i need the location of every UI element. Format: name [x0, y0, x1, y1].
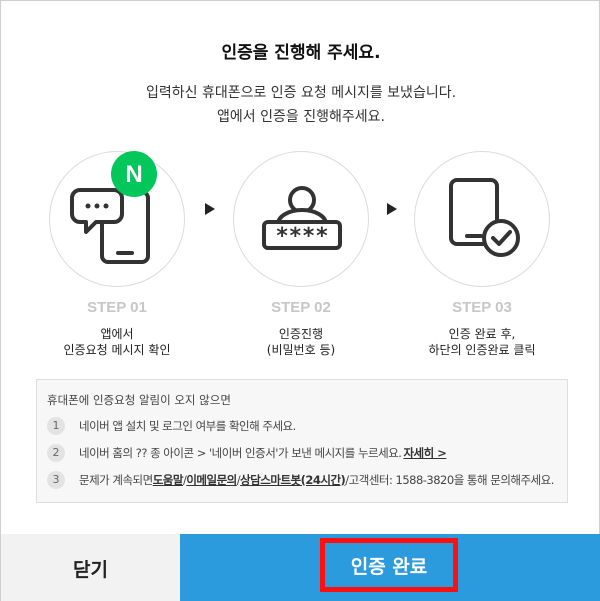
email-inquiry-link[interactable]: 이메일문의: [186, 472, 237, 488]
auth-complete-button[interactable]: 인증 완료: [320, 538, 458, 592]
description-line-1: 입력하신 휴대폰으로 인증 요청 메시지를 보냈습니다.: [145, 85, 457, 101]
step-1: N STEP 01 앱에서 인증요청 메시지 확인: [49, 151, 185, 358]
step-2-desc: 인증진행 (비밀번호 등): [233, 326, 369, 358]
help-link[interactable]: 도움말: [153, 472, 184, 488]
step-2-circle: ****: [233, 151, 369, 287]
step-1-label: STEP 01: [87, 299, 147, 316]
notice-item-3-text-start: 문제가 계속되면: [79, 472, 153, 487]
notice-number-badge: 1: [47, 416, 65, 435]
step-1-desc-line-2: 인증요청 메시지 확인: [63, 343, 171, 357]
notice-item-3-text-end: /고객센터: 1588-3820을 통해 문의해주세요.: [345, 472, 554, 487]
password-mask-text: ****: [276, 224, 329, 249]
step-2: **** STEP 02 인증진행 (비밀번호 등): [233, 151, 369, 358]
password-user-icon: ****: [262, 186, 342, 250]
dialog-footer: 닫기 인증 완료: [1, 534, 600, 601]
naver-badge-letter: N: [125, 161, 142, 188]
step-1-desc-line-1: 앱에서: [100, 327, 134, 341]
confirm-bar[interactable]: 인증 완료: [180, 534, 600, 601]
notice-box: 휴대폰에 인증요청 알림이 오지 않으면 1 네이버 앱 설치 및 로그인 여부…: [36, 379, 568, 503]
notice-item-2: 2 네이버 홈의 ?? 종 아이콘 > '네이버 인증서'가 보낸 메시지를 누…: [47, 439, 557, 466]
steps-row: N STEP 01 앱에서 인증요청 메시지 확인 **** STEP 02 인…: [1, 151, 600, 361]
step-3-desc: 인증 완료 후, 하단의 인증완료 클릭: [414, 326, 550, 358]
chatbot-link[interactable]: 상담스마트봇(24시간): [240, 472, 346, 488]
auth-dialog: 인증을 진행해 주세요. 입력하신 휴대폰으로 인증 요청 메시지를 보냈습니다…: [0, 0, 600, 601]
notice-heading: 휴대폰에 인증요청 알림이 오지 않으면: [47, 393, 231, 407]
notice-number-badge: 2: [47, 443, 65, 462]
details-link[interactable]: 자세히 >: [403, 445, 446, 461]
arrow-right-icon: [203, 202, 217, 216]
step-1-circle: N: [49, 151, 185, 287]
phone-check-icon: [449, 178, 520, 257]
description-line-2: 앱에서 인증을 진행해주세요.: [217, 109, 385, 125]
dialog-description: 입력하신 휴대폰으로 인증 요청 메시지를 보냈습니다. 앱에서 인증을 진행해…: [1, 81, 600, 129]
step-3-label: STEP 03: [452, 299, 512, 316]
step-2-desc-line-2: (비밀번호 등): [266, 343, 336, 357]
step-3-desc-line-2: 하단의 인증완료 클릭: [428, 343, 536, 357]
dialog-title: 인증을 진행해 주세요.: [221, 43, 381, 63]
notice-number-badge: 3: [47, 470, 65, 489]
step-3-circle: [414, 151, 550, 287]
close-button[interactable]: 닫기: [1, 534, 180, 601]
notice-item-2-text: 네이버 홈의 ?? 종 아이콘 > '네이버 인증서'가 보낸 메시지를 누르세…: [79, 445, 402, 460]
step-1-desc: 앱에서 인증요청 메시지 확인: [49, 326, 185, 358]
naver-badge-icon: N: [111, 151, 157, 197]
notice-item-1-text: 네이버 앱 설치 및 로그인 여부를 확인해 주세요.: [79, 418, 296, 433]
arrow-right-icon: [385, 202, 399, 216]
notice-item-1: 1 네이버 앱 설치 및 로그인 여부를 확인해 주세요.: [47, 412, 557, 439]
step-3: STEP 03 인증 완료 후, 하단의 인증완료 클릭: [414, 151, 550, 358]
notice-item-3: 3 문제가 계속되면 도움말 / 이메일문의 / 상담스마트봇(24시간) /고…: [47, 466, 557, 493]
step-2-desc-line-1: 인증진행: [278, 327, 324, 341]
step-2-label: STEP 02: [271, 299, 331, 316]
step-3-desc-line-1: 인증 완료 후,: [448, 327, 516, 341]
